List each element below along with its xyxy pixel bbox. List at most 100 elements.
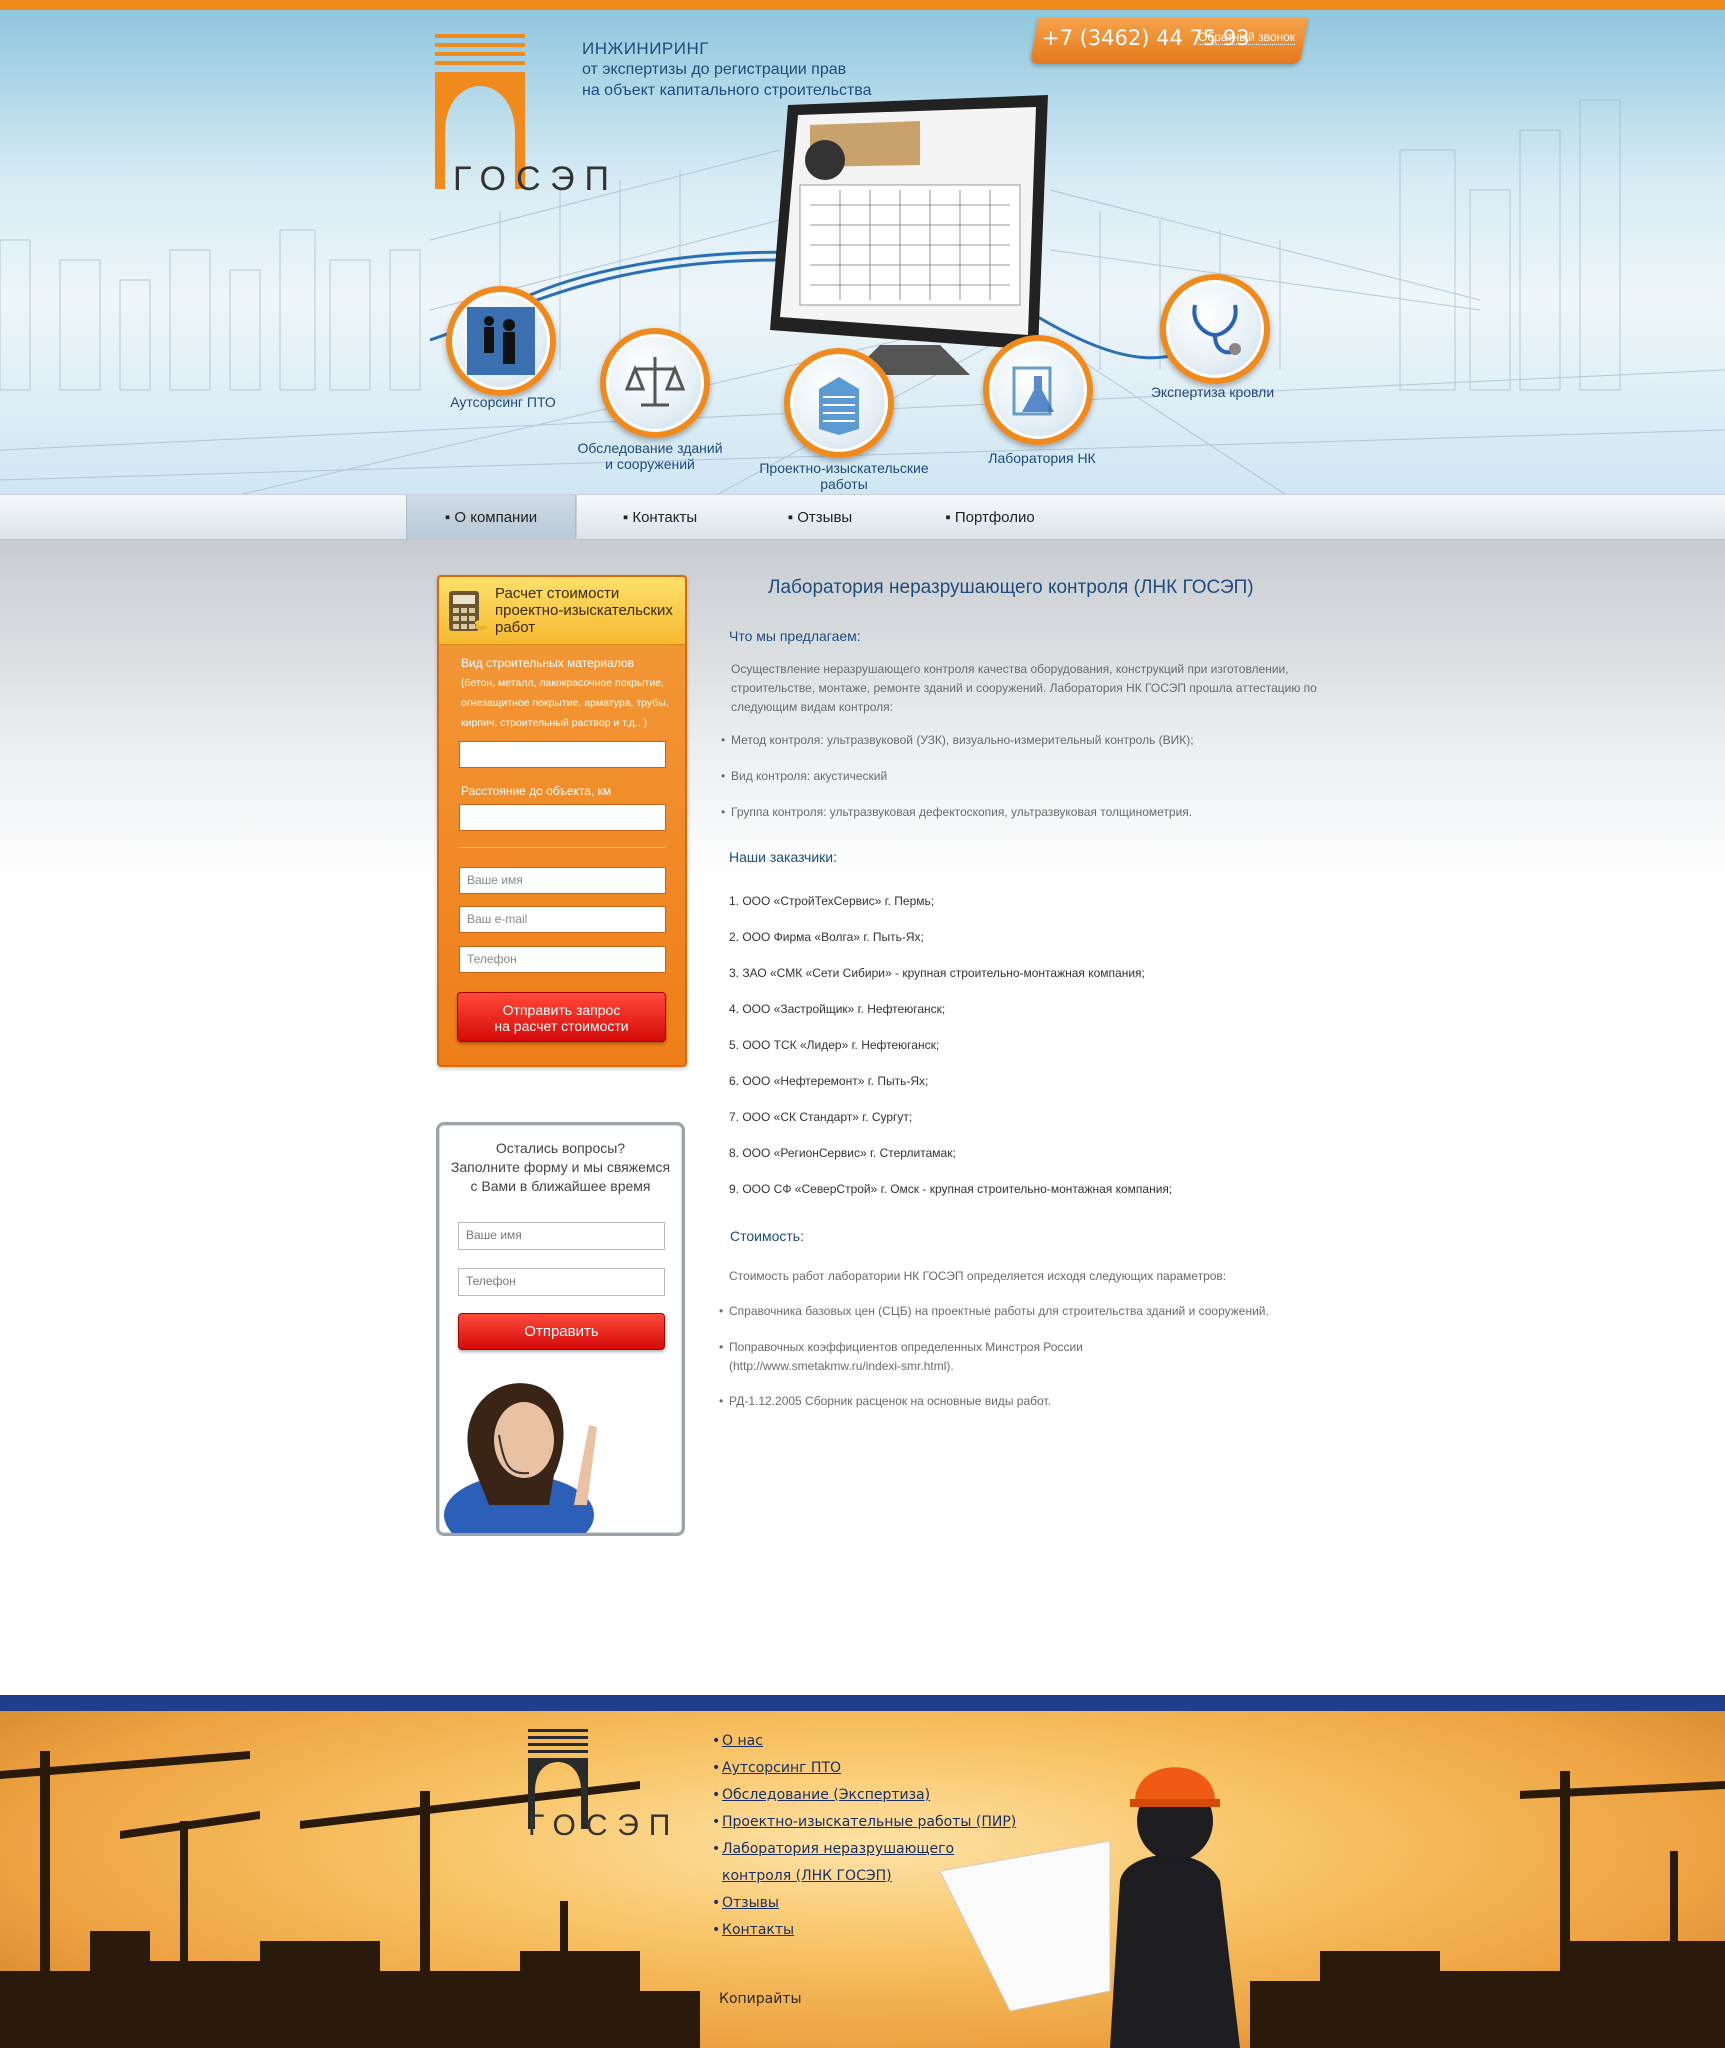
callback-form: Остались вопросы? Заполните форму и мы с… (436, 1122, 685, 1536)
customer-item: 8. ООО «РегионСервис» г. Стерлитамак; (729, 1146, 956, 1160)
building-icon (819, 377, 859, 435)
callback-prompt-line3: с Вами в ближайшее время (470, 1178, 651, 1194)
main-nav: ▪ О компании ▪ Контакты ▪ Отзывы ▪ Портф… (0, 494, 1725, 541)
footer-logo-text: ГОСЭП (528, 1809, 681, 1842)
service-roof-expertise[interactable] (1160, 274, 1270, 384)
callback-name-input[interactable]: Ваше имя (458, 1222, 665, 1250)
customer-item: 5. ООО ТСК «Лидер» г. Нефтеюганск; (729, 1038, 940, 1052)
logo-text: ГОСЭП (453, 160, 619, 198)
material-hint-2: огнезащитное покрытие, арматура, трубы, (461, 697, 669, 709)
calc-email-input[interactable]: Ваш e-mail (459, 906, 666, 933)
service-label-outsourcing[interactable]: Аутсорсинг ПТО (448, 394, 558, 410)
customer-item: 7. ООО «СК Стандарт» г. Сургут; (729, 1110, 913, 1124)
businessmen-icon (467, 307, 535, 375)
customers-heading: Наши заказчики: (729, 849, 838, 865)
distance-input[interactable] (459, 804, 666, 831)
offer-paragraph-line2: строительстве, монтаже, ремонте зданий и… (731, 681, 1317, 695)
offer-paragraph: Осуществление неразрушающего контроля ка… (731, 660, 1351, 717)
cost-item: РД-1.12.2005 Сборник расценок на основны… (719, 1394, 1051, 1408)
monitor-illustration (770, 95, 1048, 375)
service-label-roof[interactable]: Экспертиза кровли (1130, 384, 1295, 400)
callback-phone-input[interactable]: Телефон (458, 1268, 665, 1296)
customer-item: 4. ООО «Застройщик» г. Нефтеюганск; (729, 1002, 946, 1016)
cost-calculator-form: Расчет стоимости проектно-изыскательских… (437, 575, 687, 1067)
footer-link-about[interactable]: О нас (712, 1733, 763, 1749)
calc-header: Расчет стоимости проектно-изыскательских… (439, 577, 685, 645)
service-label-lab[interactable]: Лаборатория НК (962, 450, 1122, 466)
material-input[interactable] (459, 741, 666, 768)
nav-portfolio-label: Портфолио (954, 509, 1035, 526)
offer-paragraph-line1: Осуществление неразрушающего контроля ка… (731, 662, 1289, 676)
calc-phone-input[interactable]: Телефон (459, 946, 666, 973)
footer-link-inspection[interactable]: Обследование (Экспертиза) (712, 1787, 930, 1803)
nav-divider (576, 495, 577, 541)
material-label: Вид строительных материалов (461, 656, 634, 670)
callback-link[interactable]: Обратный звонок (1198, 30, 1296, 45)
tagline-title: ИНЖИНИРИНГ (582, 39, 709, 58)
cost-heading: Стоимость: (730, 1228, 804, 1244)
service-design-survey[interactable] (784, 348, 894, 458)
customer-item: 2. ООО Фирма «Волга» г. Пыть-Ях; (729, 930, 924, 944)
header: ГОСЭП ИНЖИНИРИНГ от экспертизы до регист… (0, 0, 1725, 494)
callback-prompt-line2: Заполните форму и мы свяжемся (450, 1159, 671, 1175)
customer-item: 9. ООО СФ «СеверСтрой» г. Омск - крупная… (729, 1182, 1173, 1196)
service-label-design-line1: Проектно-изыскательские (759, 460, 929, 476)
cost-item: Справочника базовых цен (СЦБ) на проектн… (719, 1304, 1269, 1318)
nav-about[interactable]: ▪ О компании (406, 495, 576, 541)
calc-divider (459, 847, 666, 848)
footer-link-design[interactable]: Проектно-изыскательные работы (ПИР) (712, 1814, 1016, 1830)
footer: ГОСЭП О нас Аутсорсинг ПТО Обследование … (0, 1711, 1725, 2048)
copyright: Копирайты (719, 1991, 802, 2007)
service-label-design-line2: работы (820, 476, 868, 492)
customer-item: 3. ЗАО «СМК «Сети Сибири» - крупная стро… (729, 966, 1145, 980)
cost-item: Поправочных коэффициентов определенных М… (719, 1340, 1083, 1354)
tagline-line-1: от экспертизы до регистрации прав (582, 61, 847, 78)
nav-reviews-label: Отзывы (797, 509, 853, 526)
footer-divider-bar (0, 1695, 1725, 1711)
service-label-design[interactable]: Проектно-изыскательские работы (744, 460, 944, 492)
footer-link-reviews[interactable]: Отзывы (712, 1895, 779, 1911)
lab-flask-icon (1012, 366, 1054, 416)
nav-contacts[interactable]: ▪ Контакты (600, 495, 720, 541)
scales-icon (624, 357, 686, 407)
stethoscope-icon (1192, 304, 1241, 355)
nav-portfolio[interactable]: ▪ Портфолио (920, 495, 1060, 541)
service-outsourcing-pto[interactable] (446, 286, 556, 396)
customer-item: 6. ООО «Нефтеремонт» г. Пыть-Ях; (729, 1074, 929, 1088)
distance-label: Расстояние до объекта, км (461, 784, 612, 798)
offer-item: Метод контроля: ультразвуковой (УЗК), ви… (721, 733, 1194, 747)
callback-prompt: Остались вопросы? Заполните форму и мы с… (439, 1139, 682, 1196)
service-building-inspection[interactable] (600, 328, 710, 438)
footer-link-outsourcing[interactable]: Аутсорсинг ПТО (712, 1760, 841, 1776)
footer-link-contacts[interactable]: Контакты (712, 1922, 794, 1938)
service-label-inspection[interactable]: Обследование зданий и сооружений (560, 440, 740, 472)
offer-paragraph-line3: следующим видам контроля: (731, 700, 894, 714)
footer-link-lab-line2[interactable]: контроля (ЛНК ГОСЭП) (722, 1868, 892, 1884)
material-hint-3: кирпич, строительный раствор и т.д.. ) (461, 717, 648, 729)
header-tagline: ИНЖИНИРИНГ от экспертизы до регистрации … (582, 38, 872, 101)
offer-item: Группа контроля: ультразвуковая дефектос… (721, 805, 1192, 819)
page-title: Лаборатория неразрушающего контроля (ЛНК… (768, 577, 1254, 598)
service-label-inspection-line2: и сооружений (605, 456, 695, 472)
calc-submit-line2: на расчет стоимости (494, 1018, 629, 1034)
nav-about-label: О компании (454, 509, 538, 526)
calc-submit-button[interactable]: Отправить запрос на расчет стоимости (457, 992, 666, 1042)
offer-heading: Что мы предлагаем: (729, 628, 861, 644)
nav-reviews[interactable]: ▪ Отзывы (760, 495, 880, 541)
footer-link-lab[interactable]: Лаборатория неразрушающего (712, 1841, 954, 1857)
offer-item: Вид контроля: акустический (721, 769, 887, 783)
nav-contacts-label: Контакты (632, 509, 698, 526)
material-hint-1: (бетон, металл, лакокрасочное покрытие, (461, 677, 664, 689)
calc-submit-line1: Отправить запрос (502, 1002, 621, 1018)
callback-prompt-line1: Остались вопросы? (495, 1140, 626, 1156)
service-label-inspection-line1: Обследование зданий (577, 440, 723, 456)
cost-paragraph: Стоимость работ лаборатории НК ГОСЭП опр… (729, 1269, 1227, 1283)
calc-title: Расчет стоимости проектно-изыскательских… (495, 585, 673, 636)
customer-item: 1. ООО «СтройТехСервис» г. Пермь; (729, 894, 935, 908)
calc-name-input[interactable]: Ваше имя (459, 867, 666, 894)
cost-item-link[interactable]: (http://www.smetakmw.ru/indexi-smr.html)… (729, 1357, 954, 1376)
operator-woman-image (444, 1383, 597, 1533)
service-ndt-laboratory[interactable] (983, 335, 1093, 445)
calculator-icon (449, 591, 487, 631)
callback-submit-button[interactable]: Отправить (458, 1313, 665, 1350)
